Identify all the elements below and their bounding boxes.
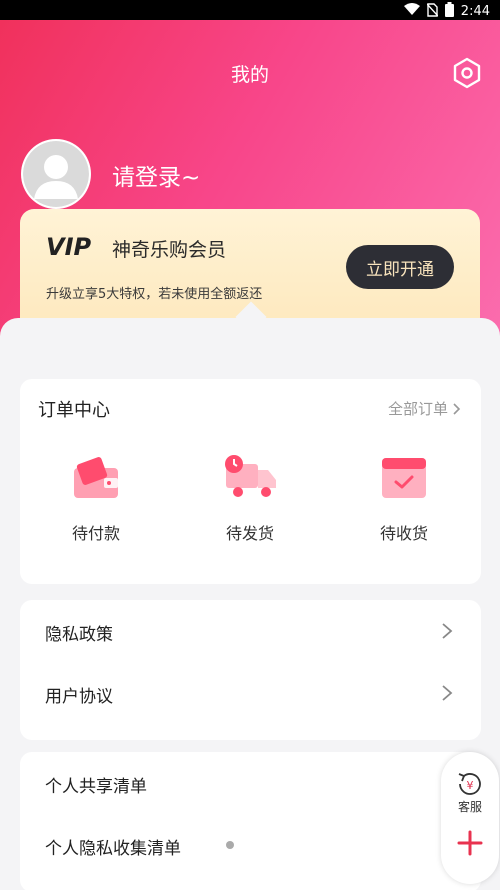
shared-info-list-item[interactable]: 个人共享清单	[20, 752, 481, 814]
menu-item-label: 个人隐私收集清单	[45, 839, 181, 859]
menu-item-label: 个人共享清单	[45, 777, 147, 797]
chevron-right-icon	[453, 402, 461, 415]
avatar[interactable]	[21, 139, 91, 209]
status-time: 2:44	[460, 4, 490, 19]
wifi-icon	[403, 3, 420, 20]
login-prompt[interactable]: 请登录~	[112, 158, 200, 192]
status-bar: 2:44	[0, 0, 500, 20]
no-sim-icon	[426, 2, 439, 21]
order-pending-receipt[interactable]: 待收货	[344, 454, 464, 544]
vip-description: 升级立享5大特权，若未使用全额返还	[46, 287, 263, 302]
vip-name: 神奇乐购会员	[112, 239, 227, 261]
gear-icon	[450, 57, 484, 94]
menu-item-label: 隐私政策	[45, 625, 113, 645]
order-pending-shipment[interactable]: 待发货	[190, 454, 310, 544]
default-avatar-icon	[23, 141, 89, 207]
all-orders-link[interactable]: 全部订单	[388, 398, 461, 419]
order-item-label: 待收货	[379, 524, 428, 543]
menu-item-label: 用户协议	[45, 687, 113, 707]
menu-card-policies: 隐私政策 用户协议	[20, 600, 481, 740]
floating-action-panel: ¥ 客服	[441, 752, 499, 884]
settings-button[interactable]	[450, 56, 484, 90]
chevron-right-icon	[442, 623, 453, 639]
privacy-policy-item[interactable]: 隐私政策	[20, 600, 481, 662]
page-title: 我的	[230, 64, 269, 86]
svg-text:VIP: VIP	[46, 233, 92, 259]
calendar-check-icon	[382, 458, 426, 498]
order-pending-payment[interactable]: 待付款	[36, 454, 156, 544]
order-center-card: 订单中心 全部订单 待付款 待发货 待收货	[20, 379, 481, 584]
order-item-label: 待付款	[71, 524, 120, 543]
user-agreement-item[interactable]: 用户协议	[20, 662, 481, 724]
svg-text:¥: ¥	[467, 779, 474, 792]
battery-icon	[444, 2, 454, 21]
chevron-right-icon	[442, 685, 453, 701]
customer-service-label: 客服	[457, 800, 482, 814]
wallet-icon	[74, 457, 118, 498]
open-vip-button[interactable]: 立即开通	[346, 245, 454, 289]
all-orders-label: 全部订单	[387, 400, 448, 418]
customer-service-icon: ¥	[458, 773, 481, 795]
truck-icon	[225, 455, 276, 497]
menu-card-lists: 个人共享清单 个人隐私收集清单	[20, 752, 481, 890]
order-center-title: 订单中心	[38, 400, 110, 421]
plus-icon	[457, 830, 483, 856]
floating-dot[interactable]	[226, 841, 234, 849]
vip-logo-icon: VIP	[46, 233, 92, 259]
order-item-label: 待发货	[225, 524, 274, 543]
privacy-collection-list-item[interactable]: 个人隐私收集清单	[20, 814, 481, 876]
